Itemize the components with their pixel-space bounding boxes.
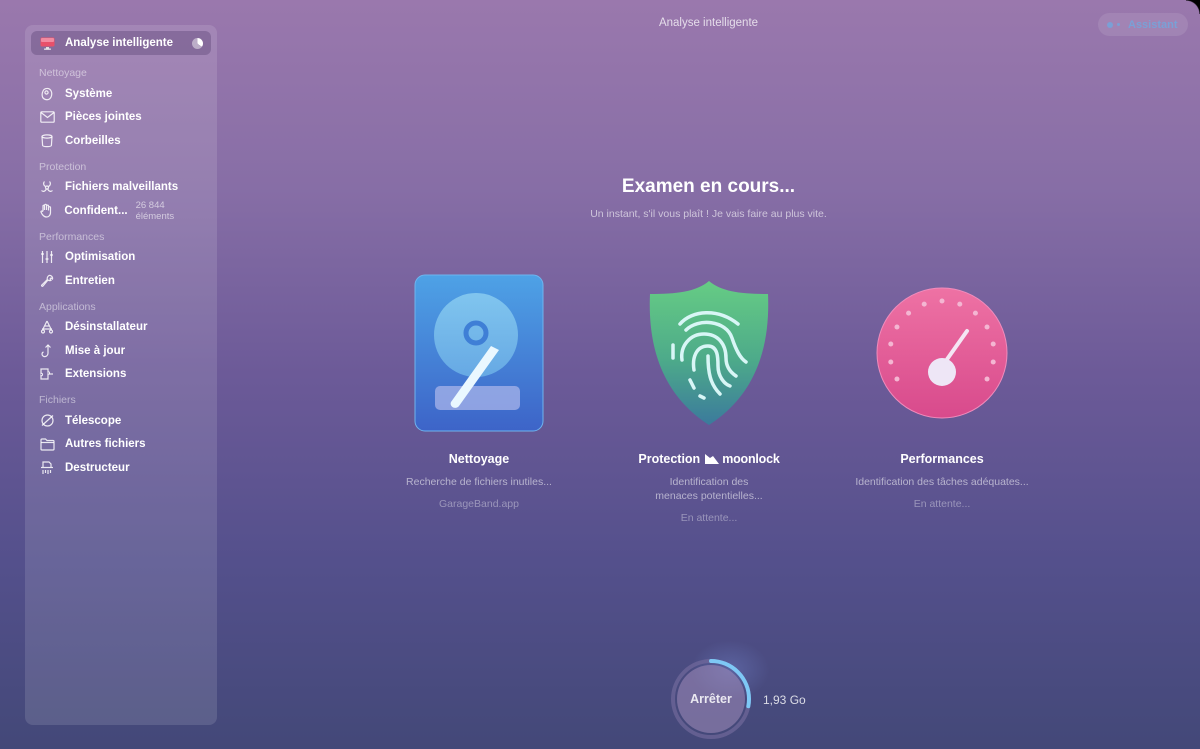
moonlock-wordmark: moonlock — [722, 452, 780, 466]
update-icon — [39, 343, 55, 359]
module-protection: Protection moonlock Identification des m… — [599, 270, 819, 524]
sidebar-item-extensions[interactable]: Extensions — [31, 363, 211, 387]
fingerprint-shield-icon — [599, 270, 819, 435]
assistant-label: Assistant — [1128, 18, 1178, 31]
gauge-tick — [939, 298, 945, 303]
stop-button[interactable]: Arrêter — [669, 657, 753, 741]
hard-drive-icon — [369, 270, 589, 435]
sidebar-item-attachments[interactable]: Pièces jointes — [31, 106, 211, 130]
sliders-icon — [39, 249, 55, 265]
module-protection-description: Identification des menaces potentielles.… — [655, 476, 763, 502]
module-protection-title: Protection — [638, 452, 701, 466]
sidebar-item-shredder[interactable]: Destructeur — [31, 456, 211, 480]
gauge-tick — [894, 324, 900, 329]
sidebar-item-label: Autres fichiers — [65, 438, 146, 451]
uninstaller-icon — [39, 319, 55, 335]
sidebar-item-label: Entretien — [65, 274, 115, 287]
module-cleanup-description: Recherche de fichiers inutiles... — [406, 476, 552, 488]
gauge-tick — [990, 359, 996, 365]
gauge-tick — [888, 359, 894, 365]
sidebar-item-system[interactable]: Système — [31, 82, 211, 106]
module-cleanup-title: Nettoyage — [448, 452, 510, 466]
disk-icon — [39, 86, 55, 102]
sidebar-item-label: Système — [65, 87, 113, 100]
gauge-tick — [888, 340, 894, 346]
trash-bin-icon — [39, 133, 55, 149]
sidebar-section-cleanup: Nettoyage — [39, 67, 87, 79]
moonlock-brand: moonlock — [705, 452, 780, 466]
speedometer-icon — [832, 270, 1052, 435]
monitor-icon — [39, 36, 55, 50]
privacy-items-count: 26 844 éléments — [135, 199, 175, 222]
gauge-tick — [990, 340, 996, 346]
module-cleanup: Nettoyage Recherche de fichiers inutiles… — [369, 270, 589, 510]
module-performance: Performances Identification des tâches a… — [832, 270, 1052, 510]
gauge-tick — [921, 301, 927, 307]
scan-progress-pie-icon — [192, 37, 203, 49]
sidebar-item-label: Pièces jointes — [65, 111, 142, 124]
gauge-tick — [984, 324, 990, 329]
gauge-tick — [972, 310, 978, 316]
assistant-dot-small-icon — [1117, 23, 1120, 26]
sidebar-item-privacy[interactable]: Confident... 26 844 éléments — [31, 199, 211, 223]
sidebar-item-label: Destructeur — [65, 461, 130, 474]
sidebar-item-trash-bins[interactable]: Corbeilles — [31, 129, 211, 153]
sidebar-item-label: Mise à jour — [65, 344, 126, 357]
hand-icon — [39, 203, 54, 219]
puzzle-icon — [39, 366, 55, 382]
sidebar-item-label: Corbeilles — [65, 134, 121, 147]
wrench-icon — [39, 273, 55, 289]
sidebar-item-malware[interactable]: Fichiers malveillants — [31, 176, 211, 200]
module-protection-status: En attente... — [680, 512, 738, 524]
scanned-size: 1,93 Go — [763, 693, 806, 707]
sidebar-item-label: Télescope — [65, 414, 122, 427]
folder-icon — [39, 436, 55, 452]
scan-heading: Examen en cours... — [621, 176, 796, 197]
sidebar-item-smart-scan[interactable]: Analyse intelligente — [31, 31, 211, 55]
biohazard-icon — [39, 179, 55, 195]
assistant-dot-icon — [1107, 21, 1113, 28]
sidebar-section-performance: Performances — [39, 230, 105, 243]
scan-subheading: Un instant, s'il vous plaît ! Je vais fa… — [590, 208, 827, 220]
gauge-tick — [984, 376, 990, 381]
sidebar-item-label: Confident... — [64, 204, 128, 217]
moonlock-logo-icon — [705, 454, 720, 464]
sidebar-item-label: Optimisation — [65, 251, 136, 264]
sidebar-item-label: Désinstallateur — [65, 321, 148, 334]
module-performance-description: Identification des tâches adéquates... — [855, 476, 1029, 488]
stop-button-label: Arrêter — [677, 665, 745, 733]
sidebar-section-files: Fichiers — [39, 394, 76, 406]
gauge-tick — [957, 301, 963, 307]
module-performance-title: Performances — [900, 452, 984, 466]
gauge-tick — [906, 310, 912, 316]
sidebar: Analyse intelligente Nettoyage Système P… — [25, 25, 217, 725]
sidebar-item-uninstaller[interactable]: Désinstallateur — [31, 316, 211, 340]
gauge-tick — [894, 376, 900, 381]
planet-icon — [39, 413, 55, 429]
window-corner — [1186, 0, 1200, 14]
assistant-button[interactable]: Assistant — [1098, 13, 1188, 36]
sidebar-section-applications: Applications — [39, 300, 96, 313]
sidebar-item-maintenance[interactable]: Entretien — [31, 269, 211, 293]
sidebar-item-optimization[interactable]: Optimisation — [31, 246, 211, 270]
sidebar-item-updater[interactable]: Mise à jour — [31, 339, 211, 363]
sidebar-item-label: Fichiers malveillants — [65, 181, 179, 194]
sidebar-section-protection: Protection — [39, 160, 87, 173]
module-cleanup-status: GarageBand.app — [439, 498, 519, 510]
sidebar-item-label: Extensions — [65, 368, 127, 381]
sidebar-item-label: Analyse intelligente — [65, 37, 174, 49]
sidebar-item-other-files[interactable]: Autres fichiers — [31, 433, 211, 457]
module-performance-status: En attente... — [913, 498, 971, 510]
sidebar-item-space-lens[interactable]: Télescope — [31, 409, 211, 433]
shredder-icon — [39, 460, 55, 476]
envelope-icon — [39, 109, 55, 125]
